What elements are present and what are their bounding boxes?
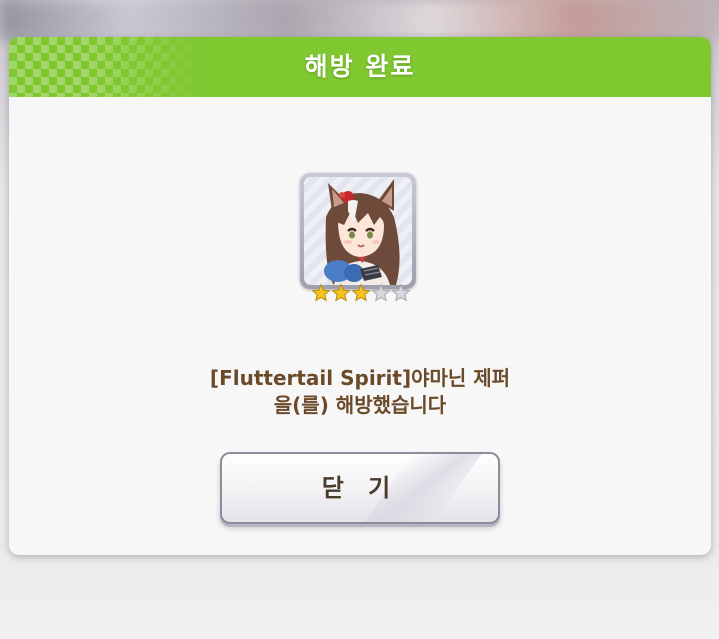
close-button[interactable]: 닫 기 <box>220 452 500 524</box>
rarity-stars <box>311 282 411 308</box>
dialog-header: 해방 완료 <box>9 37 711 97</box>
character-portrait <box>304 177 412 285</box>
star-filled-icon <box>351 283 371 302</box>
close-button-label: 닫 기 <box>321 474 399 502</box>
dialog-body: [Fluttertail Spirit]야마닌 제퍼 을(를) 해방했습니다 닫… <box>9 97 711 555</box>
unlock-complete-dialog: 해방 완료 [Fluttertail Spirit]야마닌 제퍼 을(를) 해방… <box>9 37 711 555</box>
star-filled-icon <box>311 283 331 302</box>
star-empty-icon <box>371 283 391 302</box>
horse-girl-portrait-icon <box>324 179 400 285</box>
star-filled-icon <box>331 283 351 302</box>
background-scenery <box>0 0 719 40</box>
unlock-message-line-1: [Fluttertail Spirit]야마닌 제퍼 <box>209 366 511 390</box>
unlock-message: [Fluttertail Spirit]야마닌 제퍼 을(를) 해방했습니다 <box>9 365 711 419</box>
dialog-title: 해방 완료 <box>304 52 416 81</box>
star-empty-icon <box>391 283 411 302</box>
background-fade <box>0 549 719 639</box>
unlock-message-line-2: 을(를) 해방했습니다 <box>273 393 447 417</box>
character-card <box>300 173 416 289</box>
